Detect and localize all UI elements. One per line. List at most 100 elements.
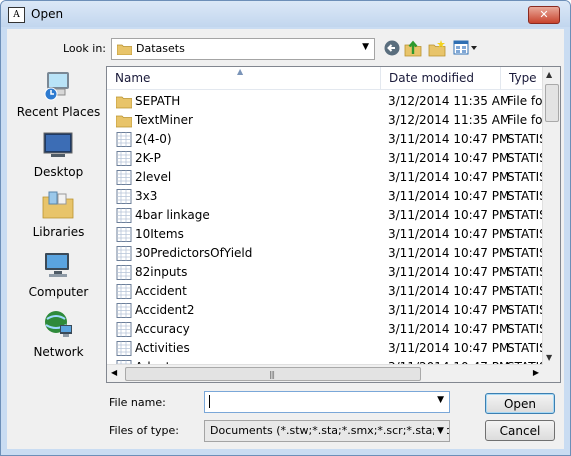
title-bar[interactable]: A Open ✕ xyxy=(1,1,570,27)
file-date-modified: 3/11/2014 10:47 PM xyxy=(388,170,510,184)
column-header-name[interactable]: Name xyxy=(107,67,381,89)
file-name: Accuracy xyxy=(135,322,190,336)
scroll-down-icon[interactable]: ▼ xyxy=(546,353,552,362)
chevron-down-icon[interactable]: ▼ xyxy=(437,395,444,405)
scroll-left-icon[interactable]: ◀ xyxy=(111,368,117,377)
file-name: Accident xyxy=(135,284,187,298)
cancel-button[interactable]: Cancel xyxy=(485,420,555,441)
dialog-body: Look in: Datasets ▼ Recent Places Deskto… xyxy=(7,29,564,449)
file-type: STATIS xyxy=(507,322,547,336)
place-label: Libraries xyxy=(32,225,85,239)
file-row[interactable]: Accident 3/11/2014 10:47 PM STATIS xyxy=(107,282,547,301)
file-date-modified: 3/11/2014 10:47 PM xyxy=(388,284,510,298)
place-desktop[interactable]: Desktop xyxy=(14,129,103,185)
place-network[interactable]: Network xyxy=(14,309,103,365)
desktop-icon xyxy=(43,132,73,157)
folder-icon xyxy=(116,115,132,128)
file-name: 82inputs xyxy=(135,265,188,279)
chevron-down-icon[interactable]: ▼ xyxy=(362,42,369,52)
file-name: 2level xyxy=(135,170,172,184)
file-name: 3x3 xyxy=(135,189,158,203)
scroll-right-icon[interactable]: ▶ xyxy=(533,368,539,377)
place-label: Desktop xyxy=(33,165,84,179)
file-row[interactable]: Activities 3/11/2014 10:47 PM STATIS xyxy=(107,339,547,358)
spreadsheet-file-icon xyxy=(116,208,132,223)
file-type: STATIS xyxy=(507,265,547,279)
spreadsheet-file-icon xyxy=(116,265,132,280)
spreadsheet-file-icon xyxy=(116,246,132,261)
file-date-modified: 3/11/2014 10:47 PM xyxy=(388,322,510,336)
places-bar: Recent Places Desktop Libraries Computer… xyxy=(14,69,103,374)
file-row[interactable]: 82inputs 3/11/2014 10:47 PM STATIS xyxy=(107,263,547,282)
spreadsheet-file-icon xyxy=(116,189,132,204)
libraries-icon xyxy=(42,191,74,219)
file-date-modified: 3/11/2014 10:47 PM xyxy=(388,208,510,222)
file-name: 4bar linkage xyxy=(135,208,210,222)
text-caret xyxy=(209,395,210,408)
file-name: 2(4-0) xyxy=(135,132,172,146)
file-name: 10Items xyxy=(135,227,184,241)
file-name: Activities xyxy=(135,341,190,355)
folder-icon xyxy=(116,96,132,109)
vertical-scroll-thumb[interactable] xyxy=(545,84,559,122)
spreadsheet-file-icon xyxy=(116,227,132,242)
files-of-type-value: Documents (*.stw;*.sta;*.smx;*.scr;*.sta… xyxy=(210,424,449,437)
file-type: STATIS xyxy=(507,189,547,203)
look-in-combobox[interactable]: Datasets ▼ xyxy=(111,38,375,60)
up-folder-icon[interactable] xyxy=(404,39,422,57)
file-type: File fol xyxy=(507,113,546,127)
column-header-date-modified[interactable]: Date modified xyxy=(381,67,501,89)
horizontal-scroll-thumb[interactable]: ||| xyxy=(125,367,421,381)
open-button[interactable]: Open xyxy=(485,393,555,414)
vertical-scrollbar[interactable]: ▲ ▼ xyxy=(542,67,560,365)
place-computer[interactable]: Computer xyxy=(14,249,103,305)
file-name: SEPATH xyxy=(135,94,181,108)
place-label: Computer xyxy=(28,285,89,299)
computer-icon xyxy=(45,253,69,277)
views-menu-icon[interactable] xyxy=(453,39,479,57)
close-button[interactable]: ✕ xyxy=(528,6,560,24)
file-date-modified: 3/11/2014 10:47 PM xyxy=(388,246,510,260)
horizontal-scrollbar[interactable]: ◀ ||| ▶ xyxy=(107,364,543,382)
file-type: STATIS xyxy=(507,246,547,260)
file-row[interactable]: TextMiner 3/12/2014 11:35 AM File fol xyxy=(107,111,546,130)
file-type: STATIS xyxy=(507,341,547,355)
window-title: Open xyxy=(31,7,64,21)
file-row[interactable]: Accuracy 3/11/2014 10:47 PM STATIS xyxy=(107,320,547,339)
file-row[interactable]: 4bar linkage 3/11/2014 10:47 PM STATIS xyxy=(107,206,547,225)
file-date-modified: 3/11/2014 10:47 PM xyxy=(388,151,510,165)
spreadsheet-file-icon xyxy=(116,341,132,356)
file-row[interactable]: 3x3 3/11/2014 10:47 PM STATIS xyxy=(107,187,547,206)
file-row[interactable]: 10Items 3/11/2014 10:47 PM STATIS xyxy=(107,225,547,244)
file-row[interactable]: 30PredictorsOfYield 3/11/2014 10:47 PM STA… xyxy=(107,244,547,263)
file-name: 30PredictorsOfYield xyxy=(135,246,253,260)
scrollbar-corner xyxy=(543,365,560,382)
file-row[interactable]: 2K-P 3/11/2014 10:47 PM STATIS xyxy=(107,149,547,168)
file-name-label: File name: xyxy=(109,396,166,409)
files-of-type-label: Files of type: xyxy=(109,424,180,437)
file-row[interactable]: 2level 3/11/2014 10:47 PM STATIS xyxy=(107,168,547,187)
network-icon xyxy=(45,311,72,337)
file-list[interactable]: ▲ Name Date modified Type SEPATH 3/12/201… xyxy=(106,66,561,383)
file-row[interactable]: SEPATH 3/12/2014 11:35 AM File fol xyxy=(107,92,546,111)
scroll-grip-icon: ||| xyxy=(269,370,275,379)
folder-icon xyxy=(117,44,132,55)
file-date-modified: 3/11/2014 10:47 PM xyxy=(388,227,510,241)
file-date-modified: 3/11/2014 10:47 PM xyxy=(388,341,510,355)
new-folder-icon[interactable] xyxy=(428,39,446,57)
file-type: STATIS xyxy=(507,303,547,317)
place-recent-places[interactable]: Recent Places xyxy=(14,69,103,125)
app-icon: A xyxy=(8,7,25,23)
file-date-modified: 3/11/2014 10:47 PM xyxy=(388,132,510,146)
file-type: STATIS xyxy=(507,227,547,241)
file-date-modified: 3/11/2014 10:47 PM xyxy=(388,265,510,279)
files-of-type-select[interactable]: Documents (*.stw;*.sta;*.smx;*.scr;*.sta… xyxy=(204,420,450,442)
back-icon[interactable] xyxy=(383,39,401,57)
chevron-down-icon[interactable]: ▼ xyxy=(434,421,447,441)
place-libraries[interactable]: Libraries xyxy=(14,189,103,245)
file-type: File fol xyxy=(507,94,546,108)
file-row[interactable]: 2(4-0) 3/11/2014 10:47 PM STATIS xyxy=(107,130,547,149)
file-name-input[interactable]: ▼ xyxy=(204,391,450,413)
file-row[interactable]: Accident2 3/11/2014 10:47 PM STATIS xyxy=(107,301,547,320)
scroll-up-icon[interactable]: ▲ xyxy=(546,70,552,79)
